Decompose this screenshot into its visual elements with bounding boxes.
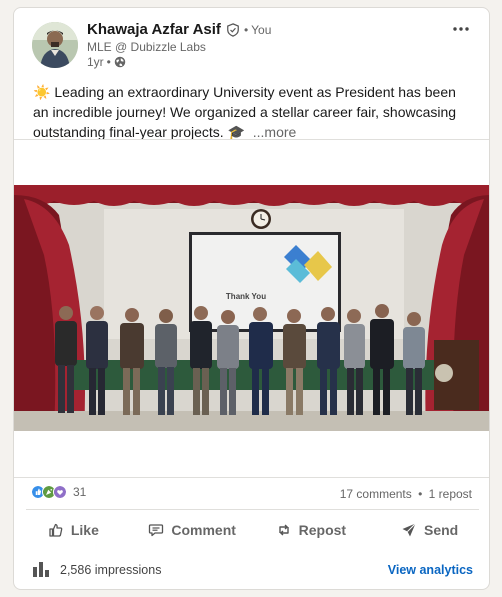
impressions-count: 2,586 impressions [60,563,162,577]
avatar-photo [32,22,78,68]
you-label: You [251,22,272,37]
reactions-summary[interactable]: 31 [31,485,86,499]
action-bar: Like Comment Repost Send [14,513,489,547]
post-meta: 1yr • [87,55,126,69]
post-body: ☀️ Leading an extraordinary University e… [33,84,457,140]
repost-button[interactable]: Repost [252,513,371,547]
divider [14,139,489,140]
meta-separator: • [106,55,111,69]
love-icon [53,485,67,499]
divider [14,477,489,478]
counts-separator: • [418,487,423,501]
see-more-link[interactable]: ...more [253,124,297,140]
slide-text: Thank You [226,292,266,301]
post-image[interactable]: Thank You [14,185,489,431]
author-name[interactable]: Khawaja Azfar Asif [87,21,221,38]
like-button[interactable]: Like [14,513,133,547]
comment-button[interactable]: Comment [133,513,252,547]
like-label: Like [70,522,99,538]
divider [26,509,479,510]
comment-label: Comment [171,522,236,538]
author-avatar[interactable] [32,22,78,68]
repost-icon [278,524,289,536]
send-icon [402,523,416,537]
comment-repost-counts: 17 comments • 1 repost [340,487,472,501]
author-headline: MLE @ Dubizzle Labs [87,40,206,54]
globe-icon [114,56,126,68]
author-name-row: Khawaja Azfar Asif • You [87,21,271,38]
send-label: Send [424,522,459,538]
name-separator: • [243,22,249,37]
post-time: 1yr [87,55,104,69]
bar-chart-icon [33,562,49,577]
post-header: Khawaja Azfar Asif • You MLE @ Dubizzle … [14,8,489,78]
reposts-count-link[interactable]: 1 repost [429,487,472,501]
thumbs-up-icon [49,523,63,537]
group-photo: Thank You [14,185,489,431]
verified-shield-icon [227,22,239,37]
reaction-count: 31 [73,485,87,499]
analytics-bar: 2,586 impressions View analytics [14,556,489,582]
more-options-button[interactable] [447,18,475,40]
view-analytics-link[interactable]: View analytics [388,563,473,577]
ellipsis-icon [453,27,469,31]
repost-label: Repost [298,522,347,538]
feed-post-card: Khawaja Azfar Asif • You MLE @ Dubizzle … [13,7,490,590]
comments-count-link[interactable]: 17 comments [340,487,412,501]
comment-icon [149,524,164,537]
social-counts: 31 17 comments • 1 repost [14,482,489,504]
post-text: ☀️ Leading an extraordinary University e… [33,82,473,142]
send-button[interactable]: Send [370,513,489,547]
